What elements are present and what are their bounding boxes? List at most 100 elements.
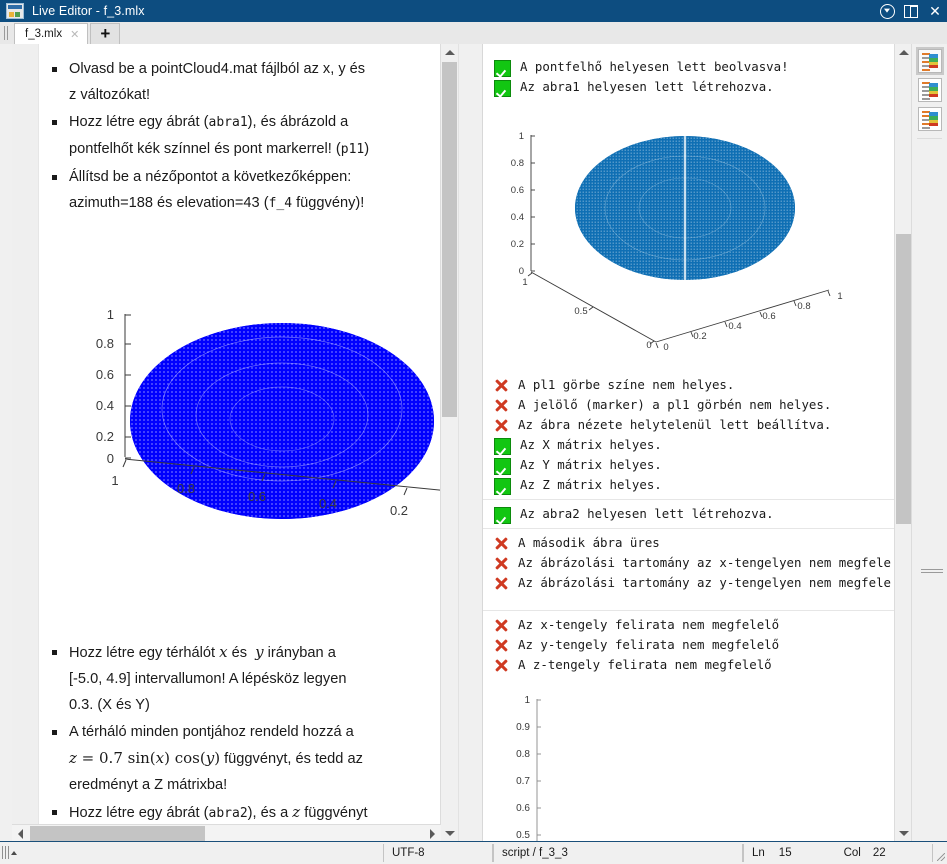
scrollbar-thumb[interactable] xyxy=(896,234,911,524)
col-label: Col xyxy=(843,847,861,859)
cross-icon xyxy=(494,398,509,413)
left-plot-svg: 1 0.8 0.6 0.4 0.2 0 1 0.8 0.6 0.4 0.2 xyxy=(96,307,458,519)
message-row: A második ábra üres xyxy=(483,533,912,553)
scroll-right-icon[interactable] xyxy=(424,825,441,842)
output-hide-icon[interactable] xyxy=(917,107,942,131)
svg-text:0.6: 0.6 xyxy=(96,367,114,382)
message-text: A z-tengely felirata nem megfelelő xyxy=(518,657,772,672)
output-pane: A pontfelhő helyesen lett beolvasva! Az … xyxy=(482,44,912,842)
message-text: Az y-tengely felirata nem megfelelő xyxy=(518,637,780,652)
tab-strip-grip[interactable] xyxy=(2,22,12,44)
message-separator xyxy=(483,528,912,529)
svg-text:0.5: 0.5 xyxy=(516,830,530,841)
right-pointcloud-plot[interactable]: 1 0.8 0.6 0.4 0.2 0 1 0.5 0 0 0.2 0.4 0.… xyxy=(491,115,881,365)
check-icon xyxy=(494,60,511,77)
svg-text:0: 0 xyxy=(519,266,524,277)
cross-icon xyxy=(494,378,509,393)
message-text: A pl1 görbe színe nem helyes. xyxy=(518,377,735,392)
window-resize-grip[interactable] xyxy=(933,842,947,864)
list-item: A térháló minden pontjához rendeld hozzá… xyxy=(47,719,427,798)
svg-text:0.8: 0.8 xyxy=(177,481,195,496)
message-group-1: A pontfelhő helyesen lett beolvasva! Az … xyxy=(483,57,912,97)
document-vertical-scrollbar[interactable] xyxy=(440,44,458,842)
cross-icon xyxy=(494,576,509,591)
message-row: Az ábrázolási tartomány az y-tengelyen n… xyxy=(483,573,912,593)
task-list-top: Olvasd be a pointCloud4.mat fájlból az x… xyxy=(47,56,417,218)
toolbar-resize-grip[interactable] xyxy=(921,569,943,575)
message-row: Az X mátrix helyes. xyxy=(483,435,912,455)
list-item: Hozz létre egy ábrát (abra1), és ábrázol… xyxy=(47,109,417,163)
output-view-toolbar xyxy=(911,44,947,842)
pane-splitter[interactable] xyxy=(464,44,470,842)
ln-value: 15 xyxy=(778,847,792,859)
message-separator xyxy=(483,499,912,500)
message-text: Az abra1 helyesen lett létrehozva. xyxy=(520,79,774,94)
tab-f3-mlx[interactable]: f_3.mlx ✕ xyxy=(14,23,89,44)
right-plot-svg: 1 0.8 0.6 0.4 0.2 0 1 0.5 0 0 0.2 0.4 0.… xyxy=(511,131,843,353)
status-scope[interactable]: script / f_3_3 xyxy=(493,844,743,862)
col-value: 22 xyxy=(872,847,886,859)
message-text: A második ábra üres xyxy=(518,535,660,550)
output-vertical-scrollbar[interactable] xyxy=(894,44,912,842)
scroll-left-icon[interactable] xyxy=(12,825,29,842)
document-gutter xyxy=(12,44,39,842)
svg-text:0.2: 0.2 xyxy=(96,429,114,444)
scroll-up-icon[interactable] xyxy=(895,44,912,61)
message-text: Az Y mátrix helyes. xyxy=(520,457,662,472)
message-row: Az ábra nézete helytelenül lett beállítv… xyxy=(483,415,912,435)
output-inline-icon[interactable] xyxy=(915,47,944,75)
cross-icon xyxy=(494,556,509,571)
check-icon xyxy=(494,438,511,455)
svg-text:1: 1 xyxy=(111,473,118,488)
svg-text:0.2: 0.2 xyxy=(693,331,706,342)
document-body[interactable]: Olvasd be a pointCloud4.mat fájlból az x… xyxy=(39,44,458,842)
svg-text:0: 0 xyxy=(107,451,114,466)
scroll-up-icon[interactable] xyxy=(441,44,458,61)
svg-text:0: 0 xyxy=(646,340,651,351)
svg-text:0.2: 0.2 xyxy=(511,239,524,250)
list-item: Olvasd be a pointCloud4.mat fájlból az x… xyxy=(47,56,417,108)
status-bar: UTF-8 script / f_3_3 Ln 15 Col 22 xyxy=(0,841,947,864)
status-caret-position: Ln 15 Col 22 xyxy=(743,844,933,862)
new-tab-button[interactable]: + xyxy=(90,23,121,44)
message-row: Az Y mátrix helyes. xyxy=(483,455,912,475)
svg-text:1: 1 xyxy=(522,277,527,288)
list-item: Állítsd be a nézőpontot a következőképpe… xyxy=(47,164,417,217)
bottom-empty-plot[interactable]: 1 0.9 0.8 0.7 0.6 0.5 0.4 xyxy=(491,691,881,842)
svg-text:0.9: 0.9 xyxy=(516,722,530,733)
status-grip-icon[interactable] xyxy=(0,842,17,864)
message-row: Az x-tengely felirata nem megfelelő xyxy=(483,615,912,635)
message-text: A pontfelhő helyesen lett beolvasva! xyxy=(520,59,789,74)
left-pointcloud-plot[interactable]: 1 0.8 0.6 0.4 0.2 0 1 0.8 0.6 0.4 0.2 xyxy=(69,289,458,634)
status-encoding[interactable]: UTF-8 xyxy=(383,844,493,862)
split-view-icon[interactable] xyxy=(899,0,923,22)
window-controls: ✕ xyxy=(875,0,947,22)
hscrollbar-thumb[interactable] xyxy=(30,826,205,841)
dropdown-arrow-icon[interactable] xyxy=(875,0,899,22)
message-row: Az abra1 helyesen lett létrehozva. xyxy=(483,77,912,97)
svg-text:0.8: 0.8 xyxy=(511,158,524,169)
message-row: A jelölő (marker) a pl1 görbén nem helye… xyxy=(483,395,912,415)
check-icon xyxy=(494,458,511,475)
task-list-bottom: Hozz létre egy térhálót x és y irányban … xyxy=(47,639,427,842)
svg-text:0.5: 0.5 xyxy=(574,306,587,317)
close-icon[interactable]: ✕ xyxy=(923,0,947,22)
message-text: Az ábra nézete helytelenül lett beállítv… xyxy=(518,417,832,432)
scroll-down-icon[interactable] xyxy=(895,825,912,842)
scrollbar-thumb[interactable] xyxy=(442,62,457,417)
tab-close-icon[interactable]: ✕ xyxy=(68,28,81,41)
message-text: Az ábrázolási tartomány az y-tengelyen n… xyxy=(518,575,891,590)
cross-icon xyxy=(494,418,509,433)
message-text: Az abra2 helyesen lett létrehozva. xyxy=(520,506,774,521)
document-horizontal-scrollbar[interactable] xyxy=(12,824,441,842)
output-right-icon[interactable] xyxy=(917,78,942,102)
cross-icon xyxy=(494,536,509,551)
list-item: Hozz létre egy térhálót x és y irányban … xyxy=(47,639,427,718)
message-group-3: Az abra2 helyesen lett létrehozva. xyxy=(483,504,912,524)
svg-text:1: 1 xyxy=(524,695,530,706)
svg-text:1: 1 xyxy=(837,291,842,302)
ln-label: Ln xyxy=(752,847,765,859)
scroll-down-icon[interactable] xyxy=(441,825,458,842)
svg-text:0.4: 0.4 xyxy=(319,496,337,511)
toolbar-divider xyxy=(917,138,942,139)
